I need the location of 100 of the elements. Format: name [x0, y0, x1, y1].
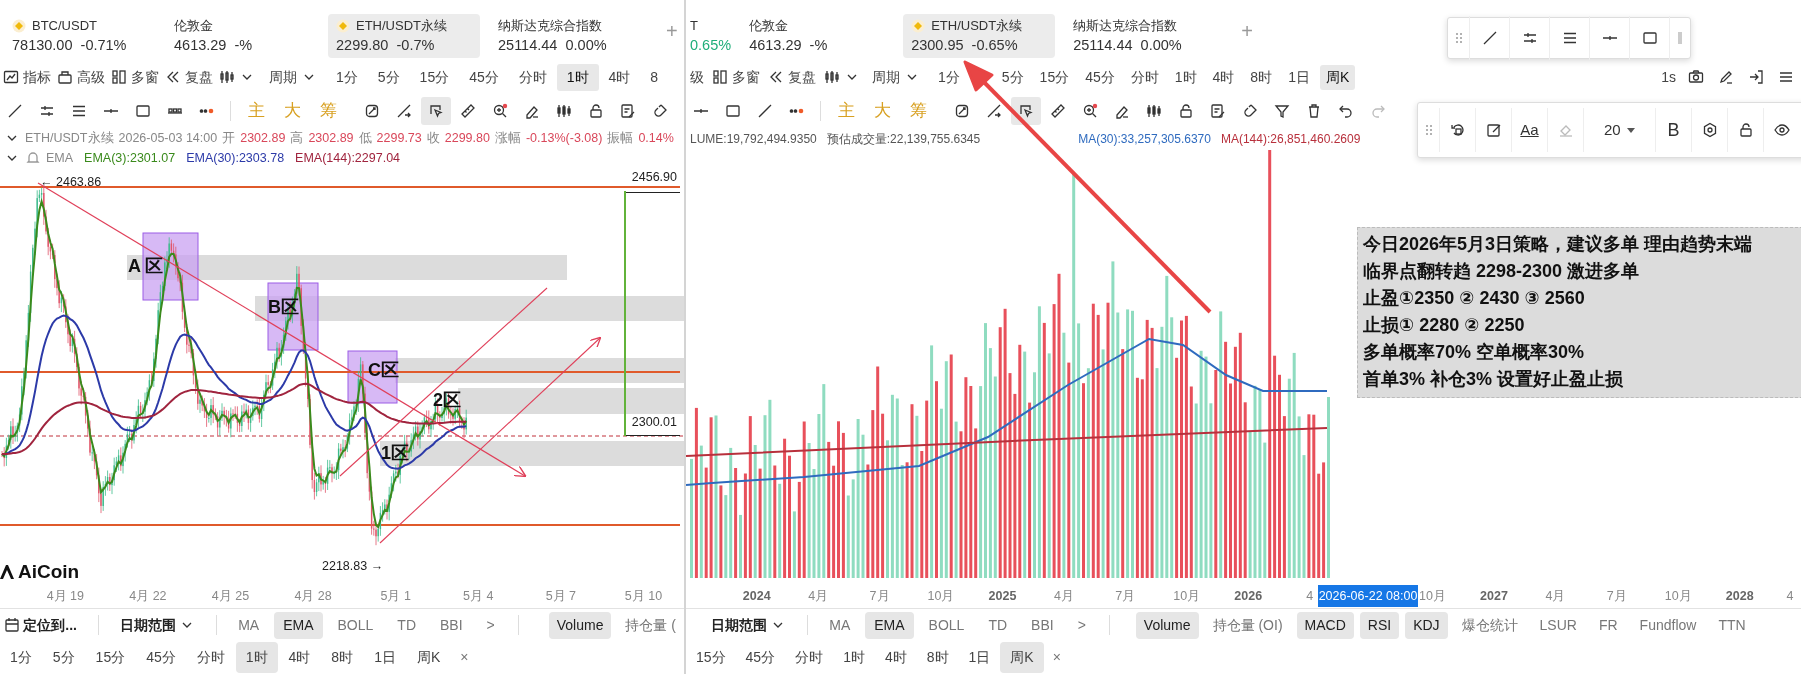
- indicator-tab[interactable]: EMA: [274, 611, 323, 639]
- sub-indicator-tab[interactable]: Volume: [1135, 611, 1199, 639]
- advanced-button[interactable]: 高级: [54, 63, 108, 91]
- close-button[interactable]: ×: [1043, 644, 1070, 671]
- interval-button[interactable]: 5分: [995, 64, 1030, 90]
- interval-button[interactable]: 1日: [958, 642, 1001, 673]
- interval-button[interactable]: 15分: [409, 63, 460, 91]
- multi-window-button[interactable]: 多窗: [708, 64, 764, 90]
- replay-button[interactable]: 复盘: [162, 63, 216, 91]
- sub-indicator-tab[interactable]: 爆仓统计: [1453, 611, 1526, 639]
- interval-button[interactable]: 分时: [785, 642, 834, 673]
- ticker-tab[interactable]: BTC/USDT 78130.00 -0.71%: [4, 13, 156, 58]
- axis-label: 7月: [1115, 588, 1136, 603]
- indicator-tab[interactable]: BOLL: [919, 611, 974, 639]
- note-line: 首单3% 补仓3% 设置好止盈止损: [1363, 368, 1625, 391]
- indicator-value: EMA(30):2303.78: [186, 149, 285, 167]
- ticker-tab[interactable]: ETH/USDT永续 2299.80 -0.7%: [328, 13, 480, 58]
- interval-button[interactable]: 45分: [735, 642, 786, 673]
- interval-button[interactable]: 8时: [1244, 64, 1279, 90]
- close-button[interactable]: ×: [451, 644, 478, 671]
- ticker-tab[interactable]: 伦敦金 4613.29 -%: [166, 13, 318, 58]
- period-dropdown[interactable]: 周期: [266, 63, 320, 91]
- interval-button[interactable]: 4时: [598, 63, 641, 91]
- indicators-button[interactable]: 指标: [0, 63, 54, 91]
- sub-indicator-tab[interactable]: Fundflow: [1631, 611, 1705, 639]
- sub-indicator-tab[interactable]: 持仓量 (: [617, 611, 684, 639]
- sub-indicator-tab[interactable]: FR: [1590, 611, 1626, 639]
- ticker-tab[interactable]: 伦敦金 4613.29 -%: [741, 13, 894, 58]
- interval-button[interactable]: 周K: [1319, 64, 1356, 90]
- interval-button[interactable]: 4时: [278, 642, 321, 673]
- sub-indicator-tab[interactable]: 持仓量 (OI): [1204, 611, 1291, 639]
- field-label: 涨幅: [494, 129, 521, 147]
- interval-button[interactable]: 1日: [1282, 64, 1316, 90]
- interval-button[interactable]: 1日: [364, 642, 406, 673]
- interval-button[interactable]: 15分: [1033, 64, 1076, 90]
- axis-label: 4: [1306, 588, 1314, 603]
- indicator-tab[interactable]: TD: [388, 611, 425, 639]
- interval-button[interactable]: 45分: [459, 63, 509, 91]
- interval-button[interactable]: 1时: [833, 642, 875, 673]
- indicator-tab[interactable]: BOLL: [328, 611, 383, 639]
- interval-button[interactable]: 1分: [326, 63, 368, 91]
- indicator-tab[interactable]: BBI: [431, 611, 472, 639]
- sub-indicator-tab[interactable]: MACD: [1296, 611, 1354, 639]
- sub-indicator-tab[interactable]: LSUR: [1531, 611, 1585, 639]
- interval-button[interactable]: 45分: [1079, 64, 1121, 90]
- more-button[interactable]: >: [477, 611, 504, 639]
- interval-button[interactable]: 分时: [1124, 64, 1165, 90]
- indicator-name: EMA: [46, 149, 74, 167]
- indicator-tab[interactable]: BBI: [1022, 611, 1063, 639]
- period-dropdown[interactable]: 周期: [868, 64, 924, 90]
- field-value: -0.13%(-3.08): [525, 129, 603, 147]
- sub-indicator-tab[interactable]: RSI: [1359, 611, 1400, 639]
- interval-button[interactable]: 1时: [235, 642, 278, 673]
- locate-button[interactable]: 定位到...: [0, 611, 86, 639]
- font-style-button[interactable]: Aa: [1520, 118, 1539, 142]
- indicator-tab[interactable]: MA: [229, 611, 269, 639]
- date-range-dropdown[interactable]: 日期范围: [702, 611, 796, 639]
- interval-button[interactable]: 4时: [1206, 64, 1241, 90]
- interval-button[interactable]: 分时: [186, 642, 235, 673]
- sub-indicator-tab[interactable]: TTN: [1710, 611, 1754, 639]
- axis-label: 10月: [1173, 588, 1201, 603]
- sub-indicator-tab[interactable]: KDJ: [1405, 611, 1448, 639]
- field-label: 高: [290, 129, 304, 147]
- interval-button[interactable]: 5分: [42, 642, 85, 673]
- menu-button[interactable]: 级: [686, 64, 708, 90]
- interval-button[interactable]: 15分: [686, 642, 736, 673]
- note-line: 今日2026年5月3日策略，建议多单 理由趋势末端: [1363, 233, 1754, 256]
- indicator-tab[interactable]: EMA: [865, 611, 914, 639]
- interval-button[interactable]: 周K: [1000, 642, 1044, 673]
- date-range-dropdown[interactable]: 日期范围: [110, 611, 205, 639]
- interval-button[interactable]: 8时: [321, 642, 364, 673]
- interval-button[interactable]: 分时: [508, 63, 557, 91]
- interval-button[interactable]: 1时: [556, 63, 599, 91]
- bold-button[interactable]: B: [1667, 116, 1680, 144]
- interval-button[interactable]: 周K: [406, 642, 451, 673]
- interval-button[interactable]: 45分: [136, 642, 186, 673]
- replay-button[interactable]: 复盘: [764, 64, 820, 90]
- font-size-dropdown[interactable]: 20: [1603, 118, 1636, 142]
- axis-label: 4月 22: [129, 588, 167, 603]
- ticker-tab[interactable]: 纳斯达克综合指数 25114.44 0.00%: [1065, 13, 1218, 58]
- field-value: 2299.80: [444, 129, 490, 147]
- ticker-tab[interactable]: ETH/USDT永续 2300.95 -0.65%: [903, 13, 1056, 58]
- indicator-tab[interactable]: TD: [979, 611, 1017, 639]
- multi-window-button[interactable]: 多窗: [108, 63, 162, 91]
- more-button[interactable]: >: [1068, 611, 1095, 639]
- interval-button[interactable]: 1分: [0, 642, 42, 673]
- interval-button[interactable]: 1时: [1168, 64, 1203, 90]
- refresh-rate[interactable]: 1s: [1656, 63, 1681, 91]
- interval-button[interactable]: 5分: [367, 63, 410, 91]
- field-value: 2299.73: [376, 129, 422, 147]
- interval-button[interactable]: 15分: [85, 642, 136, 673]
- interval-button[interactable]: 8时: [916, 642, 959, 673]
- volume-value: LUME:19,792,494.9350: [690, 131, 817, 148]
- ticker-tab[interactable]: T 0.65%: [690, 13, 732, 58]
- interval-button[interactable]: 4时: [874, 642, 917, 673]
- sub-indicator-tab[interactable]: Volume: [548, 611, 612, 639]
- indicator-tab[interactable]: MA: [820, 611, 860, 639]
- interval-button[interactable]: 1分: [932, 64, 966, 90]
- ticker-tab[interactable]: 纳斯达克综合指数 25114.44 0.00%: [490, 13, 642, 58]
- interval-button[interactable]: 8: [640, 63, 669, 91]
